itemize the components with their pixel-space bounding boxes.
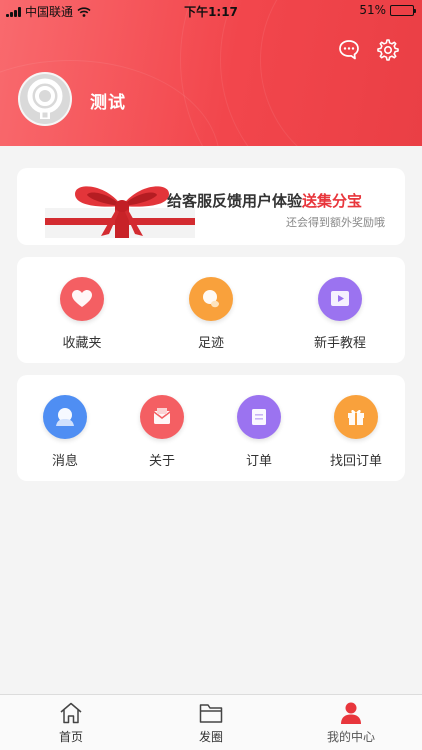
heart-icon bbox=[60, 277, 104, 321]
orders-button[interactable]: 订单 bbox=[211, 395, 307, 469]
avatar[interactable] bbox=[18, 72, 72, 126]
banner-title-highlight: 送集分宝 bbox=[302, 192, 363, 210]
recover-orders-label: 找回订单 bbox=[329, 454, 382, 469]
order-icon bbox=[237, 395, 281, 439]
services-card: 消息 关于 订单 找回订单 bbox=[17, 375, 405, 481]
about-label: 关于 bbox=[148, 454, 175, 469]
tutorial-button[interactable]: 新手教程 bbox=[292, 277, 388, 351]
battery-percent: 51% bbox=[359, 3, 386, 17]
status-bar: 中国联通 下午1:17 51% bbox=[0, 0, 422, 20]
tab-my-center-label: 我的中心 bbox=[326, 730, 375, 744]
message-icon bbox=[43, 395, 87, 439]
tab-home[interactable]: 首页 bbox=[21, 701, 121, 745]
favorites-button[interactable]: 收藏夹 bbox=[34, 277, 130, 351]
home-icon bbox=[60, 702, 82, 724]
avatar-logo-icon bbox=[20, 74, 70, 124]
tab-post-label: 发圈 bbox=[198, 730, 223, 744]
tab-home-label: 首页 bbox=[58, 730, 83, 744]
favorites-label: 收藏夹 bbox=[62, 336, 102, 351]
feedback-banner[interactable]: 给客服反馈用户体验送集分宝 还会得到额外奖励哦 bbox=[17, 168, 405, 245]
shortcuts-card: 收藏夹 足迹 新手教程 bbox=[17, 257, 405, 363]
user-icon bbox=[341, 702, 361, 724]
username[interactable]: 测试 bbox=[90, 88, 126, 113]
tab-my-center[interactable]: 我的中心 bbox=[301, 701, 401, 745]
video-icon bbox=[318, 277, 362, 321]
tutorial-label: 新手教程 bbox=[313, 336, 366, 351]
banner-subtitle: 还会得到额外奖励哦 bbox=[286, 216, 385, 229]
battery-icon bbox=[390, 4, 416, 16]
chat-icon[interactable] bbox=[337, 38, 361, 62]
profile-header: 中国联通 下午1:17 51% 测试 bbox=[0, 0, 422, 146]
tab-post[interactable]: 发圈 bbox=[161, 701, 261, 745]
tab-bar: 首页 发圈 我的中心 bbox=[0, 694, 422, 750]
banner-title: 给客服反馈用户体验送集分宝 bbox=[167, 192, 363, 210]
about-button[interactable]: 关于 bbox=[114, 395, 210, 469]
footprint-button[interactable]: 足迹 bbox=[163, 277, 259, 351]
messages-label: 消息 bbox=[51, 454, 78, 469]
gift-box-icon bbox=[334, 395, 378, 439]
about-icon bbox=[140, 395, 184, 439]
folder-icon bbox=[199, 704, 223, 723]
footprint-icon bbox=[189, 277, 233, 321]
recover-orders-button[interactable]: 找回订单 bbox=[308, 395, 404, 469]
footprint-label: 足迹 bbox=[197, 336, 224, 351]
messages-button[interactable]: 消息 bbox=[17, 395, 113, 469]
orders-label: 订单 bbox=[245, 454, 272, 469]
gear-icon[interactable] bbox=[376, 38, 400, 62]
